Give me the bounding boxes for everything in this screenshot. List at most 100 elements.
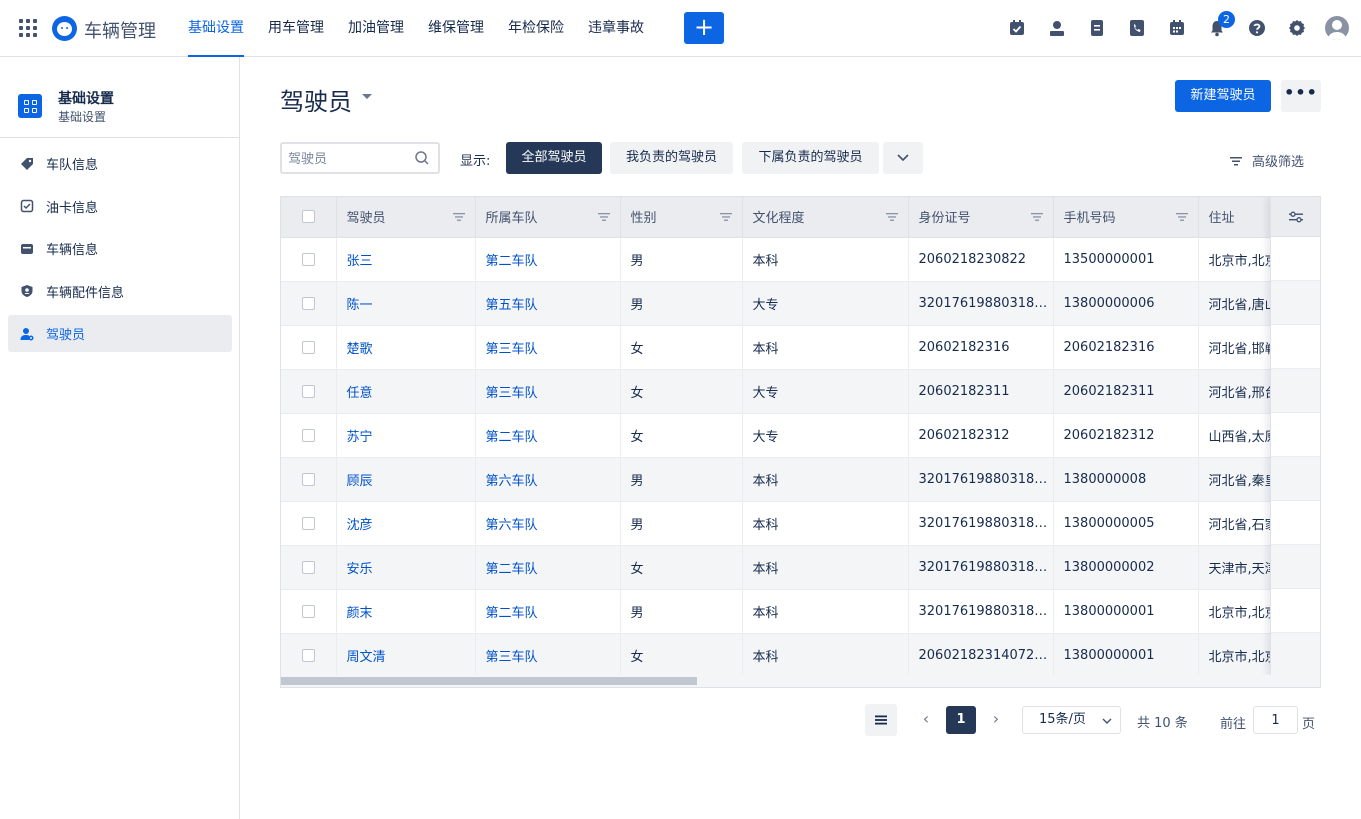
column-filter-icon[interactable] (1175, 212, 1188, 222)
table-row[interactable]: 陈一 第五车队男大专 320176198803182… 13800000006 河北省,… (281, 281, 1320, 326)
document-icon[interactable] (1085, 16, 1109, 40)
help-icon[interactable] (1245, 16, 1269, 40)
sidebar-item-vehicle-parts[interactable]: 车辆配件信息 (8, 273, 232, 310)
row-checkbox[interactable] (301, 604, 315, 618)
goto-page-input[interactable] (1253, 706, 1298, 734)
row-checkbox[interactable] (301, 472, 315, 486)
table-row[interactable]: 任意 第三车队女大专 20602182311 20602182311 河北省,邢台市 (281, 369, 1320, 414)
table-row[interactable]: 张三 第二车队男本科 2060218230822 13500000001 北京市,北京市 (281, 237, 1320, 282)
filter-more-button[interactable] (883, 142, 923, 174)
caret-down-icon[interactable] (362, 94, 372, 99)
cell-gender: 女 (620, 545, 743, 590)
filter-all-drivers[interactable]: 全部驾驶员 (506, 142, 602, 174)
column-filter-icon[interactable] (885, 212, 898, 222)
phone-icon[interactable] (1125, 16, 1149, 40)
row-checkbox[interactable] (301, 384, 315, 398)
row-checkbox[interactable] (301, 516, 315, 530)
column-settings-button[interactable] (1271, 197, 1320, 237)
driver-link[interactable]: 周文清 (347, 650, 386, 665)
driver-link[interactable]: 顾辰 (347, 474, 373, 489)
nav-item-violations[interactable]: 违章事故 (580, 0, 652, 57)
table-row[interactable]: 苏宁 第二车队女大专 20602182312 20602182312 山西省,太原市 (281, 413, 1320, 458)
row-checkbox[interactable] (301, 252, 315, 266)
fleet-link[interactable]: 第二车队 (486, 254, 538, 269)
fleet-link[interactable]: 第六车队 (486, 518, 538, 533)
fleet-link[interactable]: 第三车队 (486, 342, 538, 357)
nav-item-inspection-insurance[interactable]: 年检保险 (500, 0, 572, 57)
row-checkbox[interactable] (301, 340, 315, 354)
fleet-link[interactable]: 第三车队 (486, 386, 538, 401)
driver-link[interactable]: 沈彦 (347, 518, 373, 533)
monkey-logo-icon (52, 16, 77, 41)
fleet-link[interactable]: 第二车队 (486, 562, 538, 577)
driver-link[interactable]: 苏宁 (347, 430, 373, 445)
nav-item-refuel[interactable]: 加油管理 (340, 0, 412, 57)
table-row[interactable]: 颜末 第二车队男本科 320176198803182… 13800000001 北京市,… (281, 589, 1320, 634)
select-all-checkbox[interactable] (301, 210, 315, 224)
fleet-link[interactable]: 第三车队 (486, 650, 538, 665)
page-size-select[interactable]: 15条/页 (1022, 706, 1121, 734)
row-checkbox[interactable] (301, 648, 315, 662)
driver-link[interactable]: 张三 (347, 254, 373, 269)
horizontal-scrollbar[interactable] (281, 675, 1320, 687)
new-driver-button[interactable]: 新建驾驶员 (1175, 80, 1271, 112)
column-filter-icon[interactable] (452, 212, 465, 222)
sidebar-item-vehicle-info[interactable]: 车辆信息 (8, 230, 232, 267)
driver-link[interactable]: 安乐 (347, 562, 373, 577)
filter-subordinate-drivers[interactable]: 下属负责的驾驶员 (742, 142, 879, 174)
search-icon[interactable] (414, 150, 430, 166)
nav-item-basic-settings[interactable]: 基础设置 (180, 0, 252, 57)
column-header-driver[interactable]: 驾驶员 (336, 197, 476, 238)
list-view-button[interactable] (865, 704, 897, 736)
driver-link[interactable]: 陈一 (347, 298, 373, 313)
table-row[interactable]: 安乐 第二车队女本科 320176198803182… 13800000002 天津市,… (281, 545, 1320, 590)
avatar[interactable] (1325, 16, 1349, 40)
sidebar-item-fuel-card[interactable]: 油卡信息 (8, 188, 232, 225)
fleet-link[interactable]: 第二车队 (486, 606, 538, 621)
scrollbar-thumb[interactable] (281, 677, 697, 685)
calendar-icon[interactable] (1165, 16, 1189, 40)
search-input[interactable] (288, 150, 408, 168)
sidebar-item-drivers[interactable]: 驾驶员 (8, 315, 232, 352)
column-filter-icon[interactable] (597, 212, 610, 222)
column-header-id-number[interactable]: 身份证号 (908, 197, 1054, 238)
column-header-phone[interactable]: 手机号码 (1053, 197, 1199, 238)
row-checkbox[interactable] (301, 296, 315, 310)
driver-link[interactable]: 任意 (347, 386, 373, 401)
column-header-gender[interactable]: 性别 (620, 197, 743, 238)
fleet-link[interactable]: 第五车队 (486, 298, 538, 313)
user-icon[interactable] (1045, 16, 1069, 40)
cell-fleet: 第二车队 (475, 589, 621, 634)
driver-link[interactable]: 颜末 (347, 606, 373, 621)
table-row[interactable]: 顾辰 第六车队男本科 320176198803182… 1380000008 河北省,秦… (281, 457, 1320, 502)
table-row[interactable]: 周文清 第三车队女本科 20602182314072… 13800000001 北京市,… (281, 633, 1320, 678)
show-label: 显示: (460, 154, 491, 169)
nav-item-vehicle-use[interactable]: 用车管理 (260, 0, 332, 57)
nav-item-maintenance[interactable]: 维保管理 (420, 0, 492, 57)
column-header-education[interactable]: 文化程度 (742, 197, 909, 238)
driver-link[interactable]: 楚歌 (347, 342, 373, 357)
current-page-button[interactable]: 1 (946, 706, 976, 734)
settings-icon[interactable] (1285, 16, 1309, 40)
table-row[interactable]: 沈彦 第六车队男本科 320176198803182… 13800000005 河北省,… (281, 501, 1320, 546)
fleet-link[interactable]: 第六车队 (486, 474, 538, 489)
bell-icon[interactable]: 2 (1205, 11, 1235, 40)
column-filter-icon[interactable] (1030, 212, 1043, 222)
next-page-button[interactable]: › (984, 704, 1008, 736)
app-switcher-icon[interactable] (19, 19, 37, 37)
column-header-fleet[interactable]: 所属车队 (475, 197, 621, 238)
filter-my-drivers[interactable]: 我负责的驾驶员 (610, 142, 733, 174)
row-checkbox[interactable] (301, 428, 315, 442)
task-icon[interactable] (1005, 16, 1029, 40)
cell-education: 本科 (742, 633, 909, 678)
row-checkbox[interactable] (301, 560, 315, 574)
cell-phone: 13500000001 (1053, 237, 1199, 282)
fleet-link[interactable]: 第二车队 (486, 430, 538, 445)
more-actions-button[interactable]: ••• (1281, 80, 1321, 112)
create-button[interactable]: + (684, 12, 724, 44)
previous-page-button[interactable]: ‹ (914, 704, 938, 736)
advanced-filter-button[interactable]: 高级筛选 (1230, 151, 1304, 170)
column-filter-icon[interactable] (719, 212, 732, 222)
sidebar-item-fleet-info[interactable]: 车队信息 (8, 145, 232, 182)
table-row[interactable]: 楚歌 第三车队女本科 20602182316 20602182316 河北省,邯郸市 (281, 325, 1320, 370)
